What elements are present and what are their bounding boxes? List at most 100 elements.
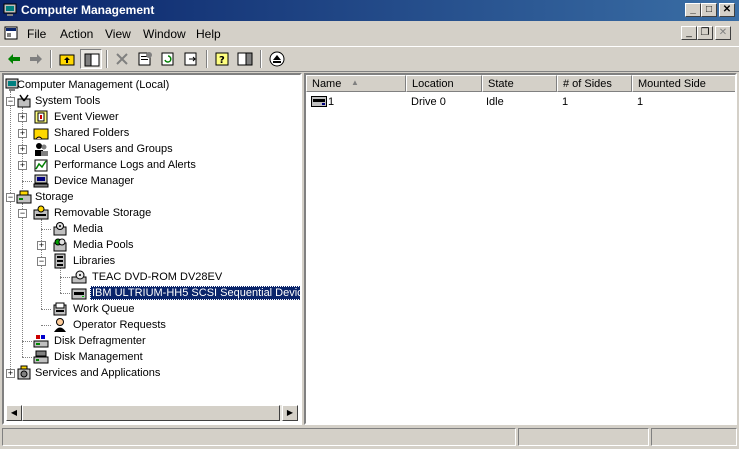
- back-button[interactable]: [3, 49, 25, 69]
- export-list-icon: [184, 52, 197, 66]
- tree-label: Operator Requests: [73, 319, 166, 331]
- eject-icon: [269, 51, 285, 67]
- performance-logs-icon: [34, 159, 48, 172]
- expand-media-pools[interactable]: +: [37, 241, 46, 250]
- system-tools-icon: [17, 94, 31, 108]
- menu-window[interactable]: Window: [143, 27, 186, 41]
- menu-bar: File Action View Window Help: [0, 22, 739, 44]
- column-header-location[interactable]: Location: [406, 75, 482, 92]
- expand-services-applications[interactable]: +: [6, 369, 15, 378]
- mmc-document-icon[interactable]: [4, 26, 18, 40]
- expand-event-viewer[interactable]: +: [18, 113, 27, 122]
- console-tree-pane[interactable]: Computer Management (Local) − System Too…: [2, 73, 302, 425]
- table-row[interactable]: 1 Drive 0 Idle 1 1: [306, 94, 735, 110]
- removable-storage-icon: [33, 205, 49, 220]
- media-pools-icon: [53, 238, 67, 252]
- show-hide-console-tree-button[interactable]: [80, 49, 102, 69]
- menu-action[interactable]: Action: [60, 27, 93, 41]
- scroll-thumb[interactable]: [22, 405, 280, 421]
- tree-label: Performance Logs and Alerts: [54, 159, 196, 171]
- status-bar-section-3: [651, 428, 737, 446]
- collapse-removable-storage[interactable]: −: [18, 209, 27, 218]
- column-header-label: State: [488, 78, 514, 90]
- tape-drive-icon: [311, 96, 327, 107]
- column-header-label: Name: [312, 78, 342, 90]
- tree-label: Local Users and Groups: [54, 143, 173, 155]
- menu-file[interactable]: File: [27, 27, 46, 41]
- tree-label: Media Pools: [73, 239, 134, 251]
- tree-label: Removable Storage: [54, 207, 152, 219]
- tree-label: Device Manager: [54, 175, 135, 187]
- child-close-button[interactable]: ✕: [715, 26, 731, 40]
- users-icon: [35, 143, 48, 156]
- tree-label: Computer Management (Local): [17, 79, 170, 91]
- delete-button[interactable]: [111, 49, 133, 69]
- tree-label: System Tools: [35, 95, 101, 107]
- svg-text:?: ?: [219, 55, 225, 66]
- tree-label: Shared Folders: [54, 127, 130, 139]
- column-header-name[interactable]: Name ▲: [306, 75, 406, 92]
- forward-button[interactable]: [25, 49, 47, 69]
- tree-label: Event Viewer: [54, 111, 119, 123]
- eject-button[interactable]: [266, 49, 288, 69]
- tree-horizontal-scrollbar[interactable]: ◀ ▶: [6, 405, 298, 421]
- up-one-level-button[interactable]: [56, 49, 78, 69]
- refresh-button[interactable]: [157, 49, 179, 69]
- scroll-left-button[interactable]: ◀: [6, 405, 22, 421]
- device-manager-icon: [33, 174, 49, 188]
- close-button[interactable]: ✕: [719, 3, 735, 17]
- cell-location: Drive 0: [411, 96, 446, 108]
- tree-label: Services and Applications: [35, 367, 161, 379]
- tree-label: Disk Management: [54, 351, 143, 363]
- cell-mounted-side: 1: [637, 96, 644, 108]
- help-button[interactable]: ?: [211, 49, 233, 69]
- action-pane-icon: [237, 52, 253, 66]
- tree-label: TEAC DVD-ROM DV28EV: [92, 271, 223, 283]
- status-bar-section-2: [518, 428, 649, 446]
- collapse-storage[interactable]: −: [6, 193, 15, 202]
- tree-label: Disk Defragmenter: [54, 335, 146, 347]
- sort-ascending-icon: ▲: [351, 78, 359, 87]
- export-list-button[interactable]: [180, 49, 202, 69]
- expand-local-users[interactable]: +: [18, 145, 27, 154]
- column-header-sides[interactable]: # of Sides: [557, 75, 632, 92]
- tree-label: Work Queue: [73, 303, 135, 315]
- collapse-system-tools[interactable]: −: [6, 97, 15, 106]
- shared-folder-icon: [33, 128, 49, 140]
- show-hide-action-pane-button[interactable]: [234, 49, 256, 69]
- child-restore-button[interactable]: ❐: [697, 26, 713, 40]
- toolbar: ?: [0, 46, 739, 72]
- work-queue-icon: [53, 302, 67, 316]
- collapse-libraries[interactable]: −: [37, 257, 46, 266]
- expand-performance-logs[interactable]: +: [18, 161, 27, 170]
- title-bar[interactable]: Computer Management _ □ ✕: [0, 0, 739, 21]
- help-icon: ?: [215, 52, 229, 66]
- services-icon: [17, 365, 31, 380]
- media-icon: [53, 222, 67, 236]
- tree-label: Storage: [35, 191, 74, 203]
- window-title: Computer Management: [21, 3, 155, 17]
- properties-button[interactable]: [134, 49, 156, 69]
- results-list-pane[interactable]: Name ▲ Location State # of Sides Mounted…: [304, 73, 737, 425]
- delete-x-icon: [116, 53, 128, 65]
- back-arrow-icon: [8, 54, 20, 64]
- scroll-right-button[interactable]: ▶: [282, 405, 298, 421]
- tree-label: Media: [73, 223, 103, 235]
- expand-shared-folders[interactable]: +: [18, 129, 27, 138]
- menu-view[interactable]: View: [105, 27, 131, 41]
- column-header-mounted-side[interactable]: Mounted Side: [632, 75, 735, 92]
- menu-help[interactable]: Help: [196, 27, 221, 41]
- console-tree-icon: [84, 53, 100, 67]
- computer-management-window: Computer Management _ □ ✕ File Action Vi…: [0, 0, 739, 449]
- maximize-button[interactable]: □: [701, 3, 717, 17]
- cd-drive-icon: [71, 270, 87, 284]
- child-minimize-button[interactable]: _: [681, 26, 697, 40]
- column-header-label: # of Sides: [563, 78, 612, 90]
- refresh-icon: [161, 52, 174, 66]
- minimize-button[interactable]: _: [685, 3, 701, 17]
- libraries-icon: [54, 253, 66, 269]
- tree-label: Libraries: [73, 255, 116, 267]
- cell-sides: 1: [562, 96, 569, 108]
- column-header-state[interactable]: State: [482, 75, 557, 92]
- cell-state: Idle: [486, 96, 504, 108]
